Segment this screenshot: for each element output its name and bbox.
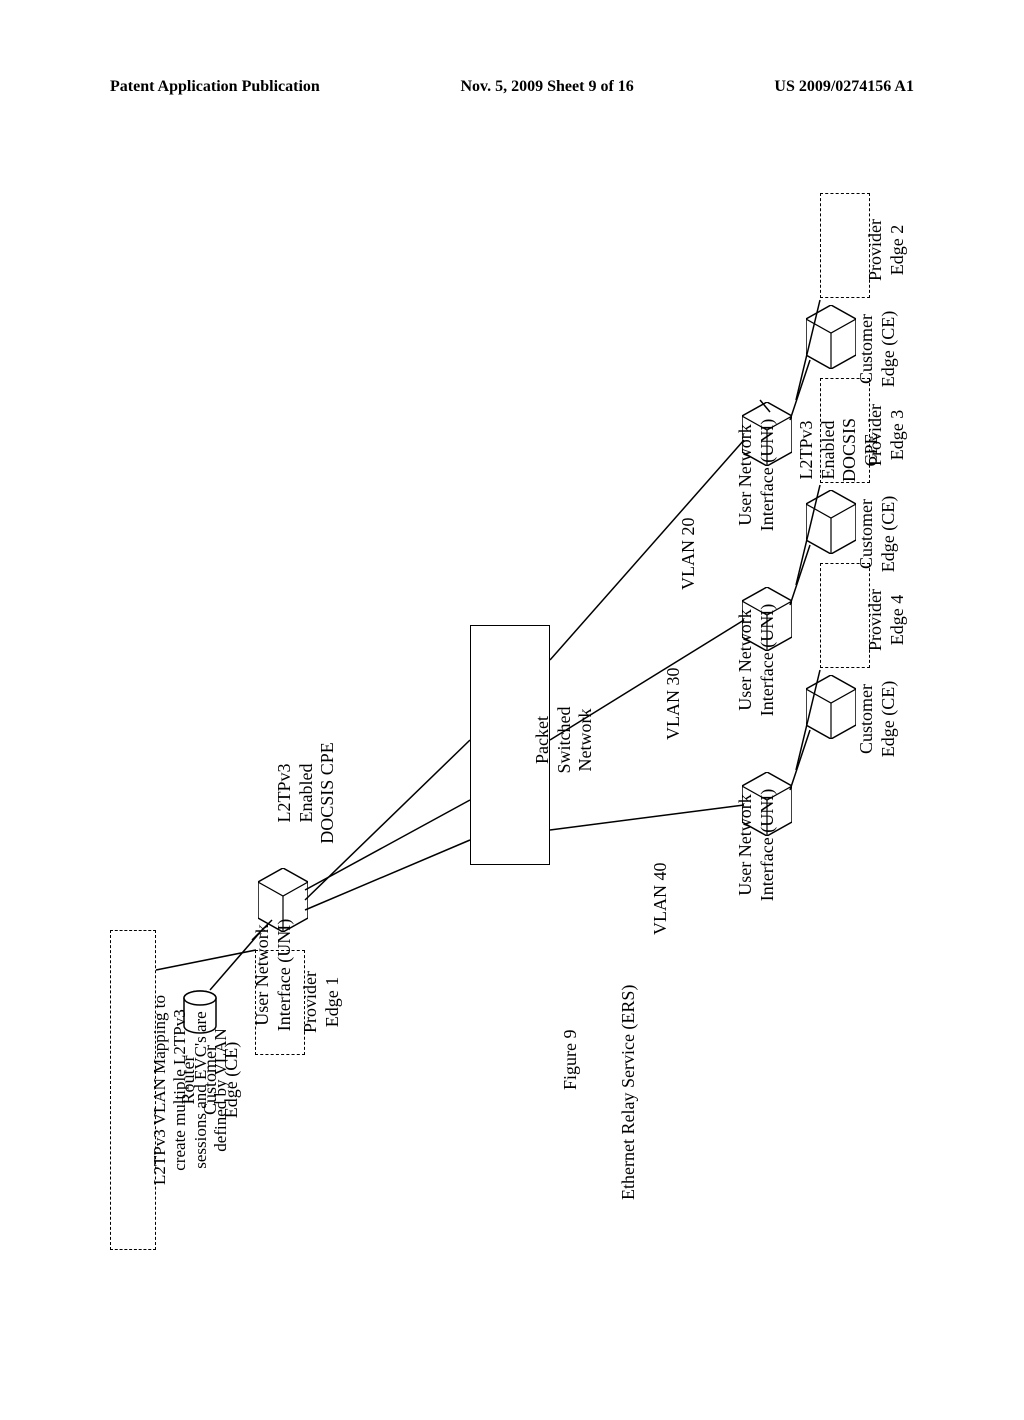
provider-edge-2-box bbox=[820, 193, 870, 298]
page-header: Patent Application Publication Nov. 5, 2… bbox=[0, 78, 1024, 96]
service-label: Ethernet Relay Service (ERS) bbox=[618, 985, 639, 1200]
provider-edge-1-box bbox=[255, 950, 305, 1055]
pe3-label: ProviderEdge 3 bbox=[865, 395, 908, 475]
figure-label: Figure 9 bbox=[560, 1030, 581, 1091]
diagram-canvas: PacketSwitchedNetwork L2TPv3EnabledDOCSI… bbox=[0, 100, 1024, 1300]
right-ce-3-hex-icon bbox=[806, 675, 856, 739]
left-cpe-label: L2TPv3EnabledDOCSIS CPE bbox=[274, 733, 339, 853]
vlan-20-label: VLAN 20 bbox=[678, 518, 699, 591]
pe1-label: ProviderEdge 1 bbox=[300, 962, 343, 1042]
right-uni-2: User NetworkInterface (UNI) bbox=[735, 600, 778, 720]
header-left: Patent Application Publication bbox=[110, 78, 320, 96]
header-right: US 2009/0274156 A1 bbox=[774, 78, 914, 96]
pe2-label: ProviderEdge 2 bbox=[865, 210, 908, 290]
header-center: Nov. 5, 2009 Sheet 9 of 16 bbox=[460, 78, 633, 96]
provider-edge-4-box bbox=[820, 563, 870, 668]
right-uni-3: User NetworkInterface (UNI) bbox=[735, 785, 778, 905]
right-ce-3-label: CustomerEdge (CE) bbox=[856, 674, 899, 764]
note-text: L2TPv3 VLAN Mapping tocreate multiple L2… bbox=[150, 940, 232, 1240]
vlan-30-label: VLAN 30 bbox=[663, 668, 684, 741]
pe4-label: ProviderEdge 4 bbox=[865, 580, 908, 660]
right-ce-1-hex-icon bbox=[806, 305, 856, 369]
right-ce-2-hex-icon bbox=[806, 490, 856, 554]
psn-label: PacketSwitchedNetwork bbox=[532, 680, 597, 800]
right-uni-1: User NetworkInterface (UNI) bbox=[735, 415, 778, 535]
provider-edge-3-box bbox=[820, 378, 870, 483]
vlan-40-label: VLAN 40 bbox=[650, 863, 671, 936]
